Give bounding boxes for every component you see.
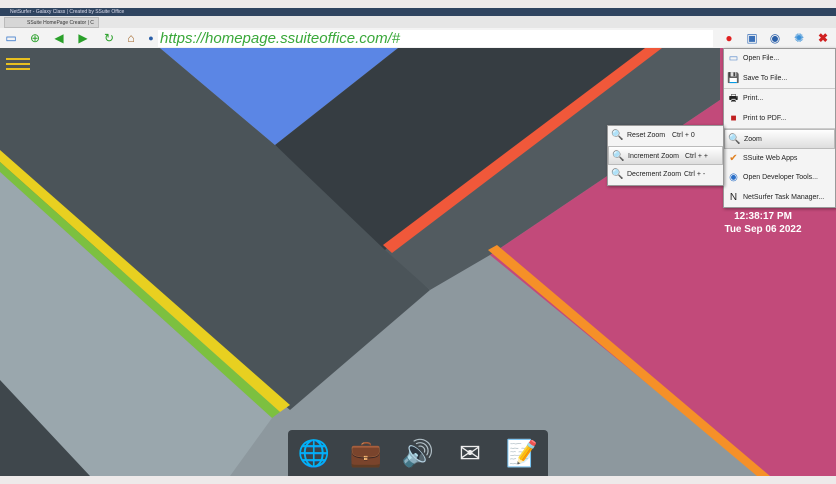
shortcut: Ctrl + -: [684, 171, 706, 178]
adblock-icon[interactable]: ●: [722, 31, 736, 45]
clock: 12:38:17 PM Tue Sep 06 2022: [718, 210, 808, 236]
back-icon[interactable]: ◀: [52, 31, 66, 45]
save-icon: 💾: [727, 72, 740, 84]
refresh-icon[interactable]: ↻: [102, 31, 116, 45]
dock-notepad-icon[interactable]: 📝: [502, 434, 542, 472]
menu-item-increment-zoom[interactable]: 🔍 Increment Zoom Ctrl + +: [608, 145, 723, 165]
dock-briefcase-icon[interactable]: 💼: [346, 434, 386, 472]
tab-label: SSuite HomePage Creator | C: [27, 20, 94, 26]
window-icon[interactable]: ▣: [745, 31, 759, 45]
magnifier-icon: 🔍: [728, 134, 741, 145]
hamburger-menu-icon[interactable]: [6, 58, 30, 72]
forward-icon[interactable]: ▶: [76, 31, 90, 45]
browser-menu: ▭ Open File... 💾 Save To File... 🖶 Print...…: [723, 48, 836, 208]
magnifier-icon: 🔍: [611, 169, 624, 180]
close-icon[interactable]: ✖: [816, 31, 830, 45]
menu-label: Reset Zoom: [627, 132, 666, 139]
site-icon: ●: [148, 33, 154, 43]
dock-globe-icon[interactable]: 🌐: [294, 434, 334, 472]
open-file-icon: ▭: [728, 53, 739, 64]
ssuite-icon: ✔: [729, 152, 738, 164]
toolbar: ▭ ⊕ ◀ ▶ ↻ ⌂ ● https://homepage.ssuiteoff…: [0, 28, 836, 48]
dock-mail-icon[interactable]: ✉: [450, 434, 490, 472]
page-content: 12:38:17 PM Tue Sep 06 2022 🌐 💼 🔊 ✉ 📝: [0, 48, 836, 476]
menu-item-decrement-zoom[interactable]: 🔍 Decrement Zoom Ctrl + -: [608, 165, 723, 185]
clock-date: Tue Sep 06 2022: [724, 224, 802, 235]
shortcut: Ctrl + 0: [672, 132, 695, 139]
menu-item-reset-zoom[interactable]: 🔍 Reset Zoom Ctrl + 0: [608, 126, 723, 146]
menu-item-save-to-file[interactable]: 💾 Save To File...: [724, 69, 835, 89]
menu-item-print[interactable]: 🖶 Print...: [724, 89, 835, 109]
menu-item-task-manager[interactable]: N NetSurfer Task Manager...: [724, 188, 835, 208]
menu-label: SSuite Web Apps: [743, 154, 798, 162]
wallpaper: [0, 48, 836, 476]
new-tab-icon[interactable]: ⊕: [28, 31, 42, 45]
pdf-icon: ■: [730, 112, 737, 124]
menu-label: Decrement Zoom: [627, 171, 682, 178]
globe-icon[interactable]: ◉: [768, 31, 782, 45]
printer-icon: 🖶: [728, 93, 739, 104]
menu-label: Open File...: [743, 55, 780, 62]
bottom-strip: [0, 476, 836, 484]
screen-icon[interactable]: ▭: [4, 31, 18, 45]
magnifier-icon: 🔍: [612, 150, 625, 162]
dock: 🌐 💼 🔊 ✉ 📝: [288, 430, 548, 476]
menu-item-developer-tools[interactable]: ◉ Open Developer Tools...: [724, 168, 835, 188]
menu-label: Open Developer Tools...: [743, 174, 818, 181]
menu-label: Increment Zoom: [628, 152, 679, 160]
clock-time: 12:38:17 PM: [734, 211, 792, 222]
url-input[interactable]: https://homepage.ssuiteoffice.com/#: [158, 30, 713, 47]
home-icon[interactable]: ⌂: [124, 31, 138, 45]
shortcut: Ctrl + +: [685, 152, 708, 160]
tab-ssuite-homepage[interactable]: SSuite HomePage Creator | C: [4, 17, 99, 28]
menu-item-print-pdf[interactable]: ■ Print to PDF...: [724, 109, 835, 129]
menu-icon[interactable]: ✺: [792, 31, 806, 45]
task-manager-icon: N: [729, 191, 738, 203]
url-text: https://homepage.ssuiteoffice.com/#: [160, 30, 401, 47]
menu-label: NetSurfer Task Manager...: [743, 193, 825, 201]
top-strip: [0, 0, 836, 8]
tab-bar: SSuite HomePage Creator | C: [0, 16, 836, 28]
menu-label: Save To File...: [743, 74, 788, 82]
menu-label: Print to PDF...: [743, 114, 787, 122]
window-title: NetSurfer - Galaxy Class | Created by SS…: [0, 8, 836, 16]
menu-label: Print...: [743, 95, 764, 102]
menu-item-open-file[interactable]: ▭ Open File...: [724, 49, 835, 69]
menu-label: Zoom: [744, 136, 762, 143]
menu-item-zoom[interactable]: 🔍 Zoom: [724, 129, 835, 149]
zoom-submenu: 🔍 Reset Zoom Ctrl + 0 🔍 Increment Zoom Ctrl …: [607, 125, 724, 186]
menu-item-ssuite-web-apps[interactable]: ✔ SSuite Web Apps: [724, 149, 835, 169]
developer-tools-icon: ◉: [729, 172, 738, 183]
magnifier-icon: 🔍: [611, 130, 624, 141]
dock-speaker-icon[interactable]: 🔊: [398, 434, 438, 472]
